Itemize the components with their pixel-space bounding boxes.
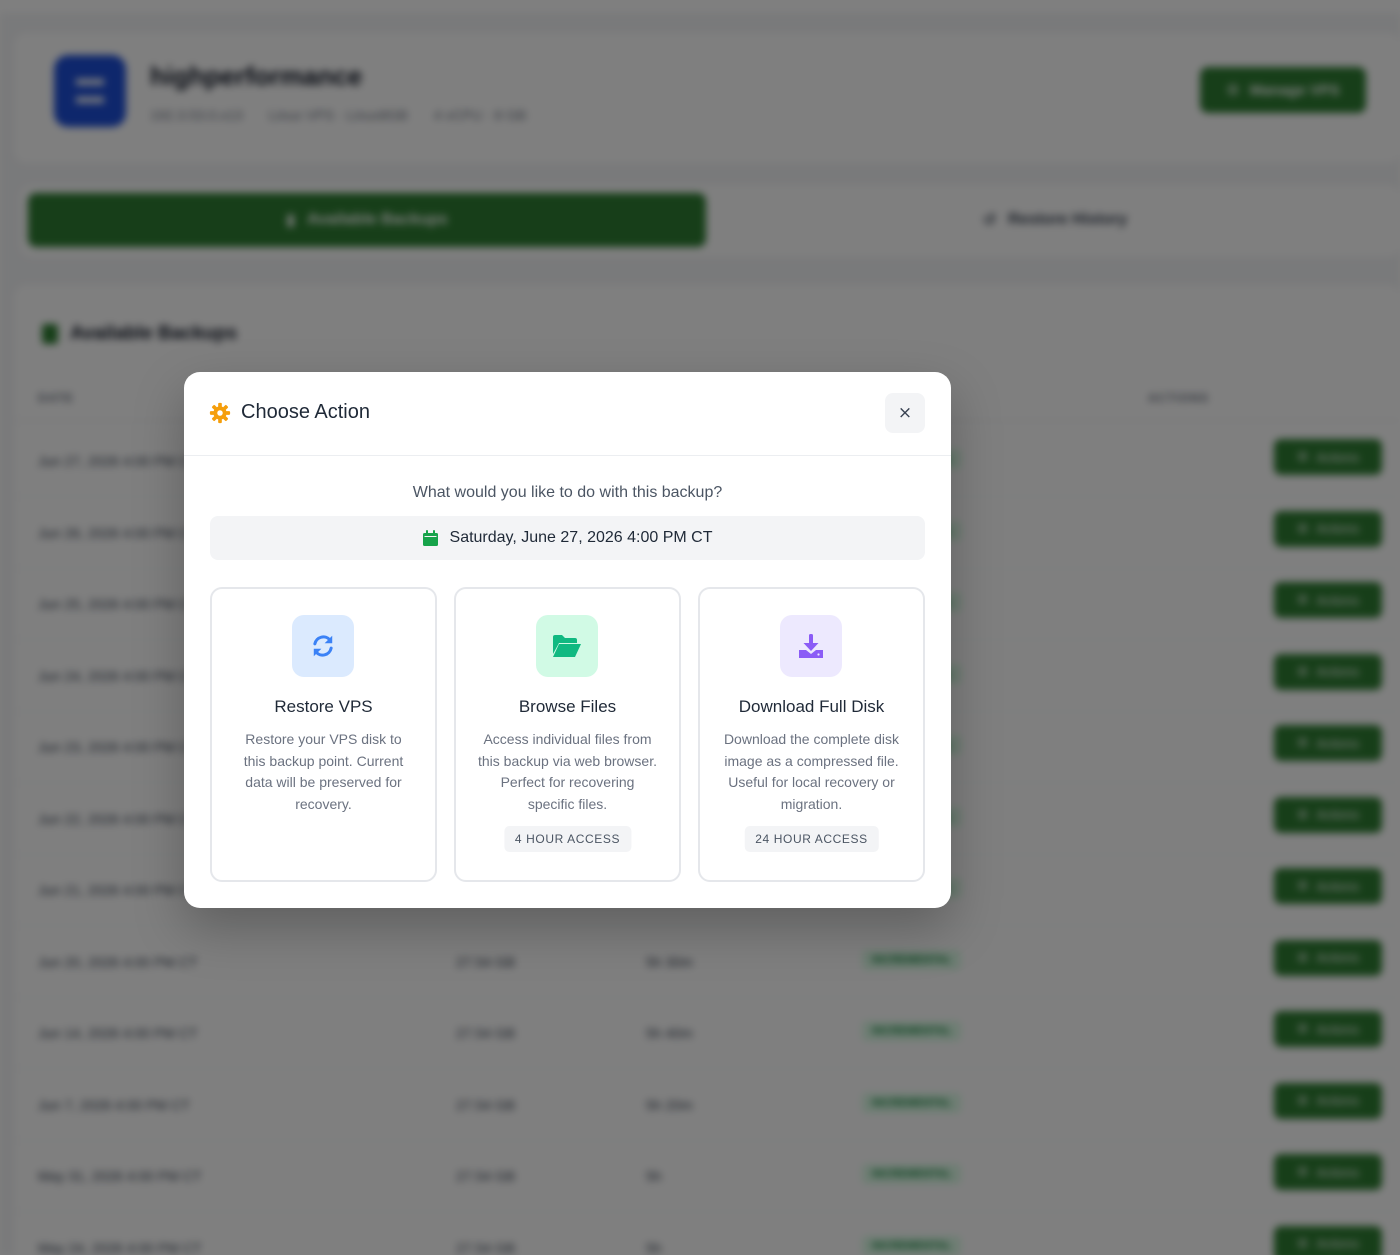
modal-title: Choose Action — [241, 401, 370, 423]
folder-open-icon — [553, 635, 581, 657]
choose-action-modal: Choose Action × What would you like to d… — [184, 372, 951, 908]
modal-header: Choose Action × — [184, 372, 951, 456]
download-full-disk-option[interactable]: Download Full Disk Download the complete… — [698, 587, 925, 882]
browse-files-option[interactable]: Browse Files Access individual files fro… — [454, 587, 681, 882]
gear-icon — [209, 402, 231, 424]
option-title: Restore VPS — [274, 697, 373, 716]
backup-date: Saturday, June 27, 2026 4:00 PM CT — [449, 529, 713, 546]
option-description: Download the complete disk image as a co… — [723, 731, 900, 812]
folder-icon-tile — [536, 615, 598, 677]
calendar-icon — [422, 530, 438, 546]
refresh-icon — [313, 635, 333, 657]
backup-date-bar: Saturday, June 27, 2026 4:00 PM CT — [210, 516, 925, 560]
close-button[interactable]: × — [885, 393, 925, 433]
modal-question: What would you like to do with this back… — [412, 484, 723, 501]
option-description: Access individual files from this backup… — [478, 731, 657, 812]
option-title: Download Full Disk — [738, 697, 885, 716]
access-badge: 24 HOUR ACCESS — [744, 826, 879, 852]
download-icon-tile — [780, 615, 842, 677]
access-badge: 4 HOUR ACCESS — [503, 826, 632, 852]
restore-vps-option[interactable]: Restore VPS Restore your VPS disk to thi… — [210, 587, 437, 882]
option-title: Browse Files — [518, 697, 617, 716]
download-icon — [799, 634, 823, 658]
refresh-icon-tile — [292, 615, 354, 677]
option-description: Restore your VPS disk to this backup poi… — [243, 731, 404, 812]
